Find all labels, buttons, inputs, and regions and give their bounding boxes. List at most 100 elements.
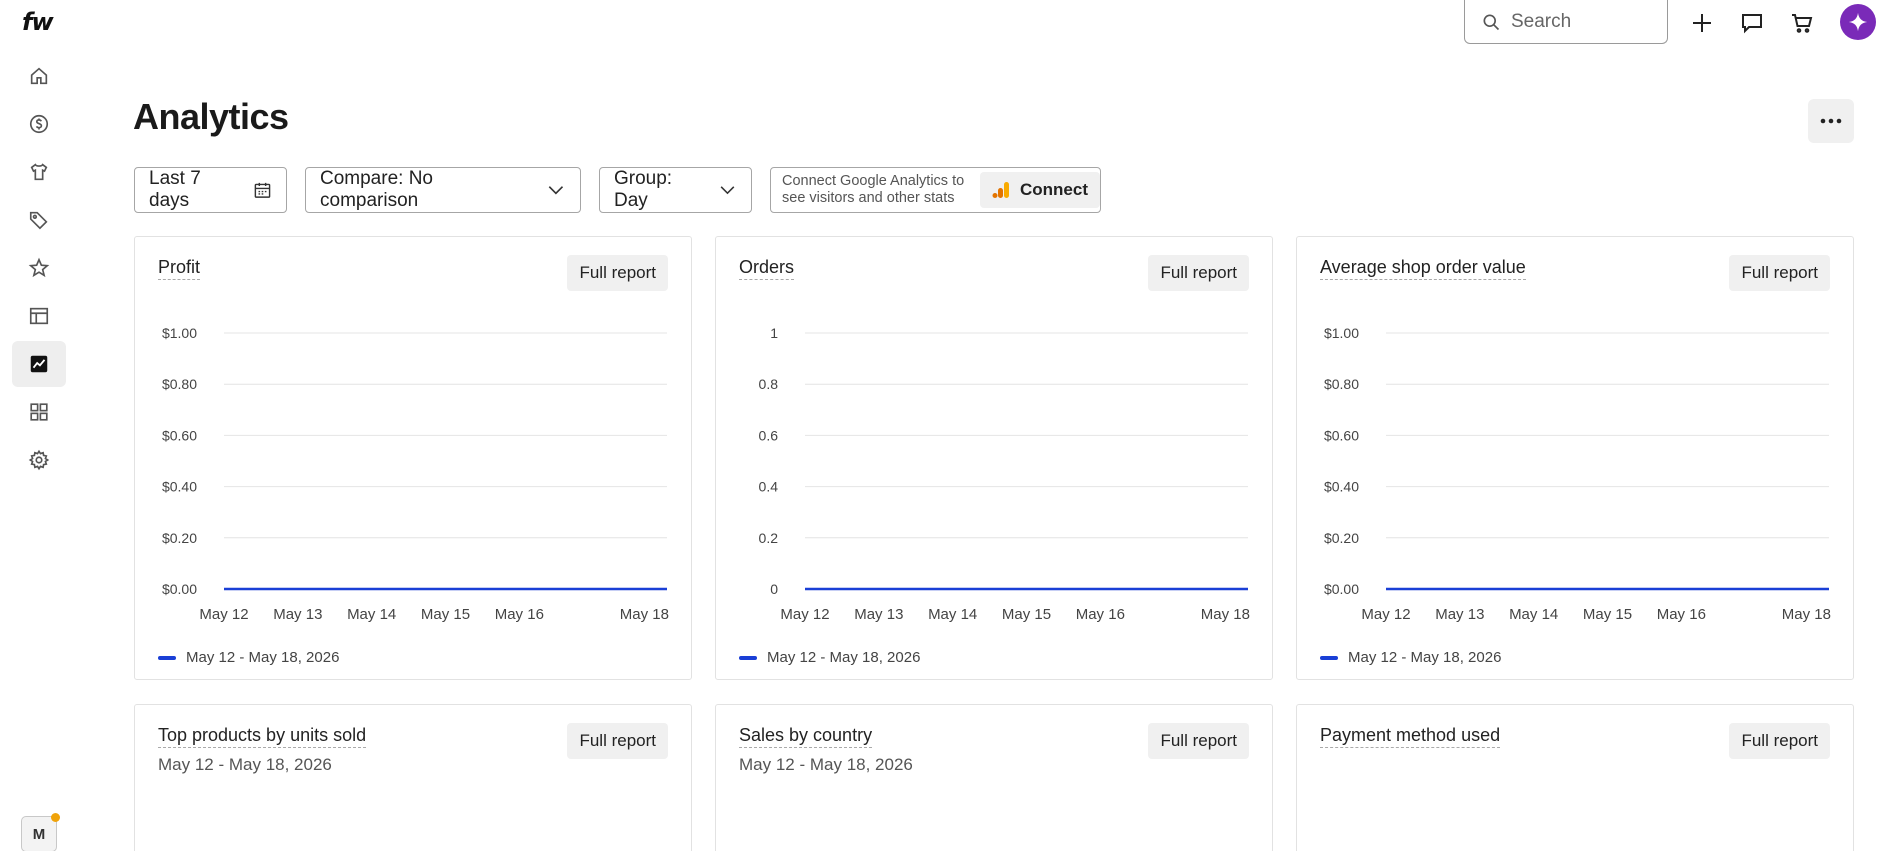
google-analytics-banner: Connect Google Analytics to see visitors… xyxy=(770,167,1101,213)
x-tick-label: May 15 xyxy=(1002,606,1051,623)
sidebar-item-layout[interactable] xyxy=(12,293,66,339)
notification-dot xyxy=(51,813,60,822)
card-title[interactable]: Sales by country xyxy=(739,725,873,748)
date-range-select[interactable]: Last 7 days xyxy=(134,167,287,213)
card-title[interactable]: Top products by units sold xyxy=(158,725,367,748)
card-title[interactable]: Payment method used xyxy=(1320,725,1501,748)
y-tick-label: 0.2 xyxy=(759,530,779,546)
y-tick-label: $0.00 xyxy=(1324,581,1359,597)
x-tick-label: May 12 xyxy=(1361,606,1410,623)
x-tick-label: May 13 xyxy=(273,606,322,623)
x-tick-label: May 18 xyxy=(1782,606,1831,623)
search-input[interactable]: Search xyxy=(1464,0,1668,44)
sales-by-country-card: Sales by country May 12 - May 18, 2026 F… xyxy=(715,704,1273,851)
compare-select[interactable]: Compare: No comparison xyxy=(305,167,581,213)
x-tick-label: May 16 xyxy=(1076,606,1125,623)
ellipsis-icon xyxy=(1820,118,1842,124)
plus-icon xyxy=(1693,14,1711,32)
sidebar-item-reviews[interactable] xyxy=(12,245,66,291)
chevron-down-icon xyxy=(548,186,564,195)
ai-assistant-button[interactable] xyxy=(1840,4,1876,40)
x-tick-label: May 13 xyxy=(854,606,903,623)
chart-legend: May 12 - May 18, 2026 xyxy=(739,649,920,666)
y-tick-label: $0.60 xyxy=(1324,427,1359,443)
sidebar-item-settings[interactable] xyxy=(12,437,66,483)
sidebar: fw M xyxy=(0,0,78,851)
tag-icon xyxy=(29,211,48,230)
y-tick-label: $0.40 xyxy=(162,479,197,495)
messages-button[interactable] xyxy=(1737,8,1767,38)
full-report-button[interactable]: Full report xyxy=(567,723,668,759)
chart-legend: May 12 - May 18, 2026 xyxy=(1320,649,1501,666)
more-options-button[interactable] xyxy=(1808,99,1854,143)
add-button[interactable] xyxy=(1687,8,1717,38)
legend-swatch xyxy=(1320,655,1338,660)
ga-connect-text: Connect Google Analytics to see visitors… xyxy=(782,173,965,206)
y-tick-label: $0.00 xyxy=(162,581,197,597)
logo[interactable]: fw xyxy=(22,8,54,36)
card-subtitle: May 12 - May 18, 2026 xyxy=(158,755,332,774)
sidebar-item-analytics[interactable] xyxy=(12,341,66,387)
y-tick-label: $0.60 xyxy=(162,427,197,443)
group-label: Group: Day xyxy=(614,168,673,211)
search-icon xyxy=(1483,14,1500,30)
x-tick-label: May 14 xyxy=(1509,606,1558,623)
gear-icon xyxy=(28,449,50,471)
top-products-card: Top products by units sold May 12 - May … xyxy=(134,704,692,851)
full-report-button[interactable]: Full report xyxy=(1729,723,1830,759)
orders-card: Orders Full report 1 0.8 0.6 0.4 0.2 0 May 12 M… xyxy=(715,236,1273,680)
chart-icon xyxy=(30,355,48,373)
y-tick-label: $0.20 xyxy=(1324,530,1359,546)
ga-connect-label: Connect xyxy=(1020,180,1088,199)
x-tick-label: May 14 xyxy=(347,606,396,623)
sidebar-item-products[interactable] xyxy=(12,149,66,195)
y-tick-label: 1 xyxy=(770,325,778,341)
star-icon xyxy=(28,257,50,278)
y-tick-label: $0.40 xyxy=(1324,479,1359,495)
y-tick-label: $0.80 xyxy=(1324,376,1359,392)
tshirt-icon xyxy=(30,163,48,181)
user-initial: M xyxy=(32,825,46,843)
calendar-icon xyxy=(254,182,271,198)
legend-label: May 12 - May 18, 2026 xyxy=(186,649,340,666)
x-tick-label: May 18 xyxy=(1201,606,1250,623)
profit-chart: $1.00 $0.80 $0.60 $0.40 $0.20 $0.00May 12 May … xyxy=(162,325,669,623)
sidebar-item-promotions[interactable] xyxy=(12,197,66,243)
cart-icon xyxy=(1792,14,1813,33)
group-select[interactable]: Group: Day xyxy=(599,167,752,213)
sidebar-item-apps[interactable] xyxy=(12,389,66,435)
compare-label: Compare: No comparison xyxy=(320,168,433,211)
average-order-value-chart: $1.00 $0.80 $0.60 $0.40 $0.20 $0.00May 12 May … xyxy=(1324,325,1831,623)
card-subtitle: May 12 - May 18, 2026 xyxy=(739,755,913,774)
y-tick-label: $0.20 xyxy=(162,530,197,546)
user-avatar[interactable]: M xyxy=(21,813,60,851)
x-tick-label: May 12 xyxy=(780,606,829,623)
y-tick-label: $1.00 xyxy=(162,325,197,341)
y-tick-label: 0 xyxy=(770,581,778,597)
sidebar-item-home[interactable] xyxy=(12,53,66,99)
orders-chart: 1 0.8 0.6 0.4 0.2 0May 12 May 13 May 14 May 15 Ma… xyxy=(759,325,1250,623)
page-title: Analytics xyxy=(133,96,289,137)
legend-swatch xyxy=(158,655,176,660)
y-tick-label: $1.00 xyxy=(1324,325,1359,341)
chevron-down-icon xyxy=(720,186,735,195)
full-report-button[interactable]: Full report xyxy=(1148,723,1249,759)
chat-icon xyxy=(1742,14,1762,34)
x-tick-label: May 14 xyxy=(928,606,977,623)
payment-method-card: Payment method used Full report xyxy=(1296,704,1854,851)
date-range-label: Last 7 days xyxy=(149,168,201,211)
google-analytics-icon xyxy=(992,182,1009,198)
y-tick-label: 0.8 xyxy=(759,376,779,392)
legend-swatch xyxy=(739,655,757,660)
x-tick-label: May 15 xyxy=(1583,606,1632,623)
sidebar-item-finances[interactable] xyxy=(12,101,66,147)
legend-label: May 12 - May 18, 2026 xyxy=(1348,649,1502,666)
ga-connect-button[interactable]: Connect xyxy=(980,172,1100,208)
cart-button[interactable] xyxy=(1787,8,1817,38)
x-tick-label: May 16 xyxy=(495,606,544,623)
x-tick-label: May 18 xyxy=(620,606,669,623)
search-placeholder: Search xyxy=(1511,10,1572,32)
dollar-circle-icon xyxy=(29,114,49,134)
y-tick-label: 0.4 xyxy=(759,479,779,495)
x-tick-label: May 16 xyxy=(1657,606,1706,623)
